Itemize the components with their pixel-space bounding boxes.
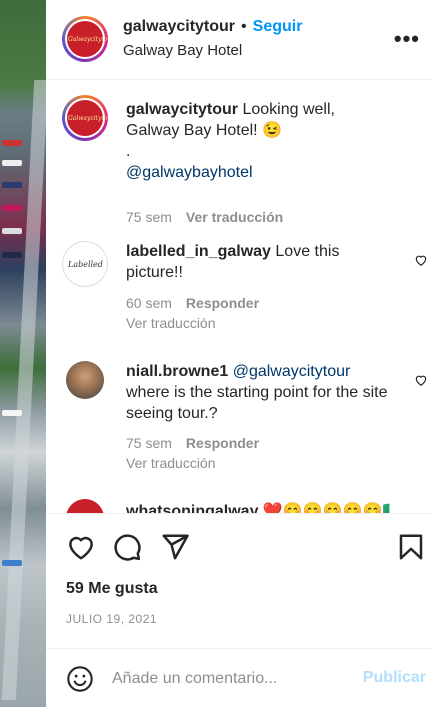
comment-text: labelled_in_galway Love this picture!!: [126, 241, 391, 283]
save-bookmark-icon[interactable]: [396, 532, 426, 562]
comment-item: niall.browne1 @galwaycitytour where is t…: [46, 361, 432, 481]
translate-link[interactable]: Ver traducción: [126, 315, 216, 331]
car: [2, 410, 22, 416]
separator-dot: •: [241, 18, 247, 35]
likes-count[interactable]: 59 Me gusta: [66, 580, 158, 598]
comment-item: Labelled labelled_in_galway Love this pi…: [46, 241, 432, 341]
comment-text: niall.browne1 @galwaycitytour where is t…: [126, 361, 391, 424]
mention-link[interactable]: @galwaycitytour: [233, 363, 351, 380]
comment-list[interactable]: Galwaycitytour galwaycitytour Looking we…: [46, 81, 432, 513]
post-date: JULIO 19, 2021: [66, 612, 158, 626]
car: [2, 140, 22, 146]
username-link[interactable]: labelled_in_galway: [126, 243, 271, 260]
post-header: Galwaycitytour galwaycitytour • Seguir Gal…: [46, 0, 432, 80]
more-options-icon[interactable]: •••: [394, 26, 420, 52]
car: [2, 252, 22, 258]
share-paper-plane-icon[interactable]: [160, 532, 190, 562]
avatar-logo: Galwaycitytour: [68, 114, 108, 122]
comment-meta: 60 sem Responder: [126, 295, 259, 311]
follow-button[interactable]: Seguir: [253, 18, 303, 35]
comment-composer: Publicar: [46, 648, 432, 707]
timestamp[interactable]: 60 sem: [126, 295, 172, 311]
comment-item: whatsoningalway ❤️😊😊😊😊😊🇮🇪: [46, 499, 432, 513]
comment-meta: 75 sem Responder: [126, 435, 259, 451]
car: [2, 182, 22, 188]
reply-button[interactable]: Responder: [186, 295, 259, 311]
location-link[interactable]: Galway Bay Hotel: [123, 42, 242, 59]
comment-body: ❤️😊😊😊😊😊🇮🇪: [262, 503, 391, 513]
timestamp[interactable]: 75 sem: [126, 435, 172, 451]
avatar[interactable]: Galwaycitytour: [62, 16, 108, 62]
avatar[interactable]: [66, 361, 104, 399]
comment-text: galwaycitytour Looking well, Galway Bay …: [126, 99, 391, 183]
comment-body: where is the starting point for the site…: [126, 384, 388, 422]
comment-input[interactable]: [112, 665, 342, 693]
comment-bubble-icon[interactable]: [112, 532, 142, 562]
comment-text: whatsoningalway ❤️😊😊😊😊😊🇮🇪: [126, 501, 391, 513]
translate-link[interactable]: Ver traducción: [126, 455, 216, 471]
translate-link[interactable]: Ver traducción: [186, 209, 283, 225]
comment-extra-line: .: [126, 143, 131, 160]
action-bar: 59 Me gusta JULIO 19, 2021: [46, 513, 432, 648]
comment-meta: 75 sem Ver traducción: [126, 209, 283, 225]
car: [2, 560, 22, 566]
timestamp[interactable]: 75 sem: [126, 209, 172, 225]
emoji-icon[interactable]: [66, 665, 94, 693]
avatar-logo: Galwaycitytour: [68, 35, 108, 43]
like-comment-heart-icon[interactable]: [414, 373, 428, 387]
like-comment-heart-icon[interactable]: [414, 253, 428, 267]
avatar-logo: Labelled: [68, 259, 103, 269]
username-link[interactable]: whatsoningalway: [126, 503, 258, 513]
avatar[interactable]: Labelled: [62, 241, 108, 287]
username-link[interactable]: niall.browne1: [126, 363, 228, 380]
car: [2, 160, 22, 166]
reply-button[interactable]: Responder: [186, 435, 259, 451]
publish-button[interactable]: Publicar: [363, 669, 426, 687]
header-name-line: galwaycitytour • Seguir: [123, 18, 302, 36]
avatar[interactable]: [66, 499, 104, 513]
avatar[interactable]: Galwaycitytour: [62, 95, 108, 141]
username-link[interactable]: galwaycitytour: [126, 101, 238, 118]
mention-link[interactable]: @galwaybayhotel: [126, 162, 391, 183]
car: [2, 228, 22, 234]
caption: Galwaycitytour galwaycitytour Looking we…: [46, 95, 432, 235]
road: [1, 80, 46, 700]
post-image[interactable]: [0, 0, 46, 707]
car: [2, 205, 22, 211]
username-link[interactable]: galwaycitytour: [123, 18, 235, 35]
post-side-panel: Galwaycitytour galwaycitytour • Seguir Gal…: [46, 0, 432, 707]
like-heart-icon[interactable]: [66, 532, 96, 562]
